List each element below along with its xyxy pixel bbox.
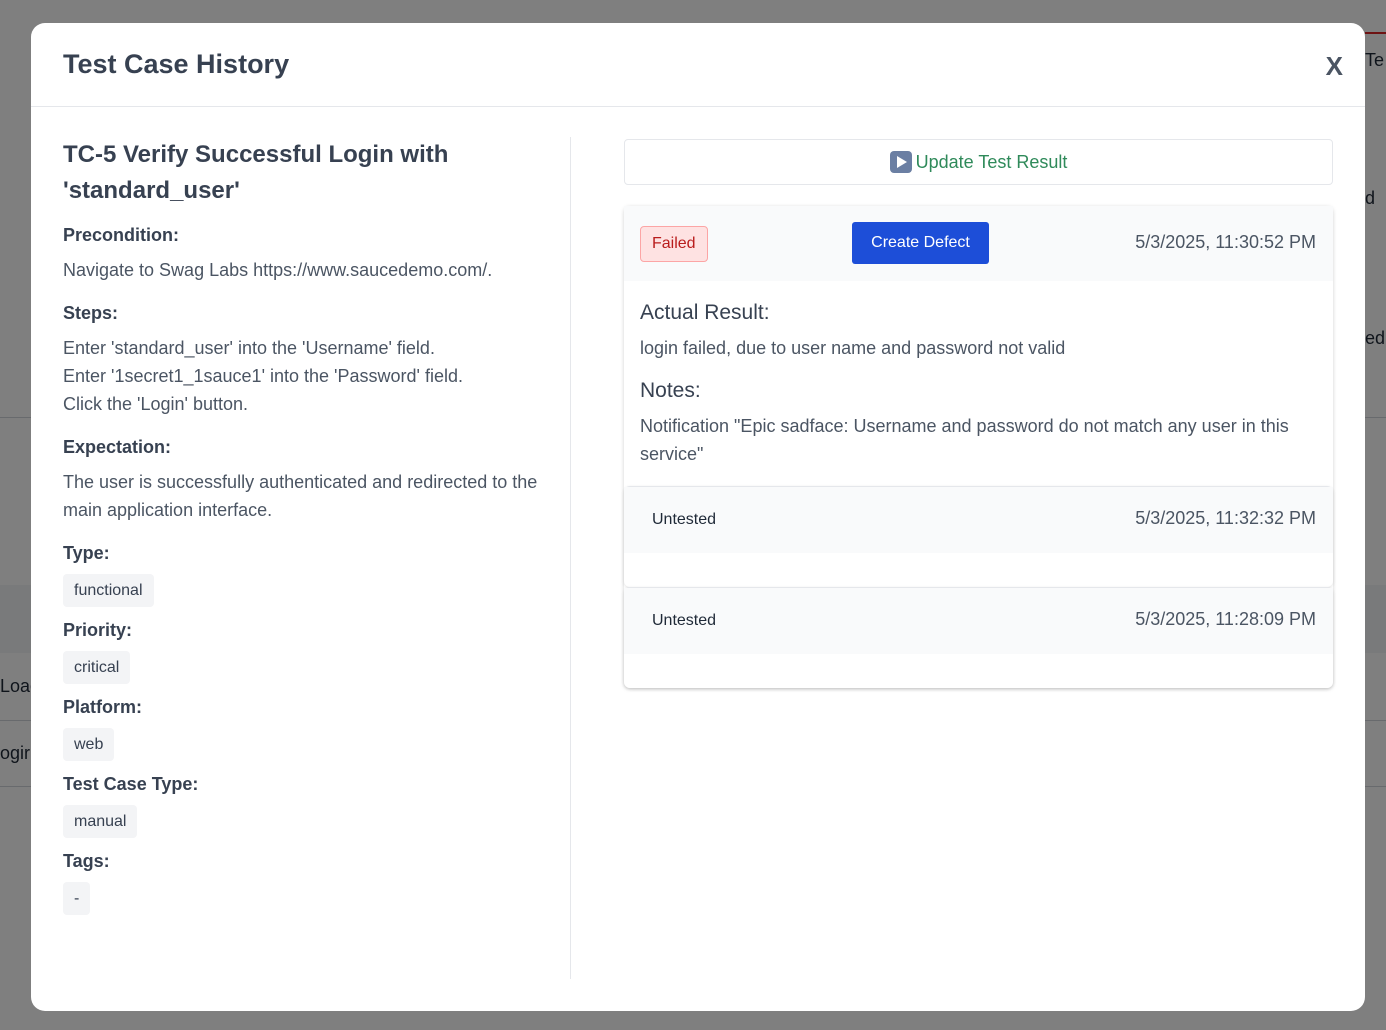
type-section: Type: functional — [63, 541, 558, 607]
status-badge: Failed — [640, 226, 708, 262]
precondition-section: Precondition: Navigate to Swag Labs http… — [63, 223, 558, 284]
precondition-label: Precondition: — [63, 225, 179, 245]
update-test-result-label: Update Test Result — [915, 151, 1068, 172]
test-case-history-modal: Test Case History X TC-5 Verify Successf… — [31, 23, 1365, 1011]
modal-header: Test Case History X — [31, 23, 1365, 107]
tags-tag: - — [63, 882, 91, 915]
tags-section: Tags: - — [63, 849, 558, 915]
history-entry: Untested 5/3/2025, 11:28:09 PM — [624, 587, 1333, 688]
test-case-type-tag: manual — [63, 805, 138, 838]
step-item: Enter '1secret1_1sauce1' into the 'Passw… — [63, 366, 463, 386]
priority-section: Priority: critical — [63, 618, 558, 684]
test-case-type-label: Test Case Type: — [63, 774, 199, 794]
modal-title: Test Case History — [63, 49, 290, 79]
history-list: Failed Create Defect 5/3/2025, 11:30:52 … — [624, 206, 1333, 688]
history-timestamp: 5/3/2025, 11:32:32 PM — [1135, 508, 1316, 528]
status-label: Untested — [652, 612, 717, 629]
update-test-result-button[interactable]: Update Test Result — [624, 139, 1333, 185]
create-defect-button[interactable]: Create Defect — [852, 222, 989, 264]
expectation-text: The user is successfully authenticated a… — [63, 472, 538, 520]
history-entry-body: Actual Result: login failed, due to user… — [624, 281, 1333, 486]
platform-section: Platform: web — [63, 695, 558, 761]
expectation-label: Expectation: — [63, 437, 172, 457]
steps-label: Steps: — [63, 303, 119, 323]
expectation-section: Expectation: The user is successfully au… — [63, 435, 558, 524]
history-panel: Update Test Result Failed Create Defect … — [624, 139, 1333, 688]
test-case-title: TC-5 Verify Successful Login with 'stand… — [63, 141, 449, 204]
history-entry-header: Failed Create Defect 5/3/2025, 11:30:52 … — [624, 206, 1333, 281]
history-entry-header: Untested 5/3/2025, 11:32:32 PM — [624, 487, 1333, 553]
actual-result-label: Actual Result: — [640, 301, 770, 324]
column-divider — [570, 137, 571, 979]
history-entry-header: Untested 5/3/2025, 11:28:09 PM — [624, 588, 1333, 654]
test-case-type-section: Test Case Type: manual — [63, 772, 558, 838]
step-item: Enter 'standard_user' into the 'Username… — [63, 338, 435, 358]
step-item: Click the 'Login' button. — [63, 394, 248, 414]
status-label: Untested — [652, 511, 717, 528]
tags-label: Tags: — [63, 851, 110, 871]
priority-label: Priority: — [63, 620, 133, 640]
close-button[interactable]: X — [1326, 51, 1343, 82]
precondition-text: Navigate to Swag Labs https://www.sauced… — [63, 260, 493, 280]
type-label: Type: — [63, 543, 110, 563]
history-timestamp: 5/3/2025, 11:30:52 PM — [1135, 232, 1316, 252]
steps-section: Steps: Enter 'standard_user' into the 'U… — [63, 301, 558, 418]
platform-label: Platform: — [63, 697, 143, 717]
notes-text: Notification "Epic sadface: Username and… — [640, 416, 1289, 464]
actual-result-text: login failed, due to user name and passw… — [640, 338, 1066, 358]
type-tag: functional — [63, 574, 154, 607]
history-entry: Untested 5/3/2025, 11:32:32 PM — [624, 486, 1333, 587]
notes-label: Notes: — [640, 379, 701, 402]
history-timestamp: 5/3/2025, 11:28:09 PM — [1135, 609, 1316, 629]
test-case-details: TC-5 Verify Successful Login with 'stand… — [63, 137, 558, 926]
priority-tag: critical — [63, 651, 131, 684]
platform-tag: web — [63, 728, 115, 761]
play-button-icon — [889, 151, 912, 173]
